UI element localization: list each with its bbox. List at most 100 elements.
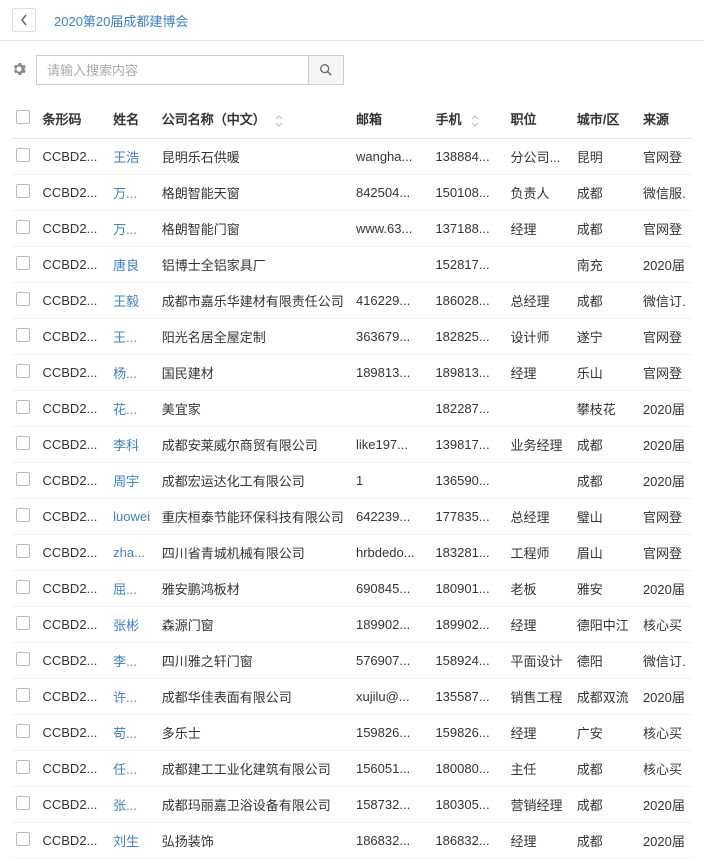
table-row: CCBD2...王毅成都市嘉乐华建材有限责任公司416229...186028.…	[12, 283, 692, 319]
barcode-cell: CCBD2...	[38, 679, 109, 715]
table-row: CCBD2...万...格朗智能天窗842504...150108...负责人成…	[12, 175, 692, 211]
row-checkbox[interactable]	[16, 544, 30, 558]
select-all-checkbox[interactable]	[16, 110, 30, 124]
company-cell: 成都市嘉乐华建材有限责任公司	[158, 283, 352, 319]
city-cell: 成都	[573, 211, 639, 247]
position-cell: 经理	[507, 823, 573, 859]
company-cell: 雅安鹏鸿板材	[158, 571, 352, 607]
row-checkbox[interactable]	[16, 220, 30, 234]
email-cell: hrbdedo...	[352, 535, 431, 571]
back-button[interactable]	[12, 8, 36, 32]
row-checkbox[interactable]	[16, 148, 30, 162]
row-checkbox[interactable]	[16, 724, 30, 738]
search-input[interactable]	[36, 55, 308, 85]
row-checkbox[interactable]	[16, 184, 30, 198]
name-link[interactable]: 张彬	[113, 618, 139, 633]
company-cell: 多乐士	[158, 715, 352, 751]
row-checkbox[interactable]	[16, 328, 30, 342]
table-row: CCBD2...苟...多乐士159826...159826...经理广安核心买	[12, 715, 692, 751]
name-link[interactable]: 王...	[113, 330, 137, 345]
phone-cell: 139817...	[431, 427, 506, 463]
name-link[interactable]: 唐良	[113, 258, 139, 273]
search-button[interactable]	[308, 55, 344, 85]
city-cell: 成都	[573, 427, 639, 463]
name-link[interactable]: 花...	[113, 402, 137, 417]
email-cell: 156051...	[352, 751, 431, 787]
company-cell: 铝博士全铝家具厂	[158, 247, 352, 283]
company-cell: 格朗智能门窗	[158, 211, 352, 247]
col-email-header[interactable]: 邮箱	[352, 99, 431, 139]
name-link[interactable]: 屈...	[113, 582, 137, 597]
row-checkbox[interactable]	[16, 580, 30, 594]
name-link[interactable]: 杨...	[113, 366, 137, 381]
phone-cell: 186028...	[431, 283, 506, 319]
name-link[interactable]: 许...	[113, 690, 137, 705]
row-checkbox[interactable]	[16, 508, 30, 522]
row-checkbox[interactable]	[16, 688, 30, 702]
city-cell: 成都	[573, 463, 639, 499]
row-checkbox[interactable]	[16, 292, 30, 306]
name-link[interactable]: 李...	[113, 654, 137, 669]
row-checkbox[interactable]	[16, 652, 30, 666]
phone-cell: 177835...	[431, 499, 506, 535]
email-cell	[352, 391, 431, 427]
company-cell: 国民建材	[158, 355, 352, 391]
search-row	[0, 41, 704, 99]
row-checkbox[interactable]	[16, 364, 30, 378]
name-link[interactable]: 王毅	[113, 294, 139, 309]
phone-cell: 135587...	[431, 679, 506, 715]
table-row: CCBD2...花...美宜家182287...攀枝花2020届	[12, 391, 692, 427]
phone-cell: 180901...	[431, 571, 506, 607]
source-cell: 2020届	[639, 427, 692, 463]
col-name-header[interactable]: 姓名	[109, 99, 158, 139]
row-checkbox[interactable]	[16, 472, 30, 486]
name-link[interactable]: 苟...	[113, 726, 137, 741]
name-link[interactable]: 王浩	[113, 150, 139, 165]
table-row: CCBD2...屈...雅安鹏鸿板材690845...180901...老板雅安…	[12, 571, 692, 607]
name-link[interactable]: 万...	[113, 222, 137, 237]
col-source-header[interactable]: 来源	[639, 99, 692, 139]
source-cell: 微信服.	[639, 175, 692, 211]
name-link[interactable]: 刘生	[113, 834, 139, 849]
col-city-header[interactable]: 城市/区	[573, 99, 639, 139]
breadcrumb-link[interactable]: 2020第20届成都建博会	[54, 11, 188, 30]
barcode-cell: CCBD2...	[38, 175, 109, 211]
row-checkbox[interactable]	[16, 616, 30, 630]
name-link[interactable]: luowei	[113, 509, 150, 524]
company-cell: 格朗智能天窗	[158, 175, 352, 211]
city-cell: 成都	[573, 283, 639, 319]
position-cell: 业务经理	[507, 427, 573, 463]
position-cell: 分公司...	[507, 139, 573, 175]
row-checkbox[interactable]	[16, 832, 30, 846]
row-checkbox[interactable]	[16, 436, 30, 450]
source-cell: 2020届	[639, 391, 692, 427]
name-link[interactable]: 张...	[113, 798, 137, 813]
name-link[interactable]: zha...	[113, 545, 145, 560]
col-barcode-header[interactable]: 条形码	[38, 99, 109, 139]
position-cell: 总经理	[507, 283, 573, 319]
email-cell	[352, 247, 431, 283]
row-checkbox[interactable]	[16, 760, 30, 774]
phone-cell: 152817...	[431, 247, 506, 283]
barcode-cell: CCBD2...	[38, 823, 109, 859]
col-phone-header[interactable]: 手机	[431, 99, 506, 139]
name-link[interactable]: 任...	[113, 762, 137, 777]
position-cell: 负责人	[507, 175, 573, 211]
phone-cell: 180305...	[431, 787, 506, 823]
city-cell: 成都	[573, 823, 639, 859]
position-cell	[507, 391, 573, 427]
col-company-header[interactable]: 公司名称（中文）	[158, 99, 352, 139]
source-cell: 2020届	[639, 571, 692, 607]
col-position-header[interactable]: 职位	[507, 99, 573, 139]
row-checkbox[interactable]	[16, 256, 30, 270]
name-link[interactable]: 李科	[113, 438, 139, 453]
phone-cell: 182825...	[431, 319, 506, 355]
row-checkbox[interactable]	[16, 796, 30, 810]
email-cell: 842504...	[352, 175, 431, 211]
name-link[interactable]: 周宇	[113, 474, 139, 489]
phone-cell: 150108...	[431, 175, 506, 211]
email-cell: xujilu@...	[352, 679, 431, 715]
row-checkbox[interactable]	[16, 400, 30, 414]
name-link[interactable]: 万...	[113, 186, 137, 201]
gear-icon[interactable]	[12, 62, 26, 79]
